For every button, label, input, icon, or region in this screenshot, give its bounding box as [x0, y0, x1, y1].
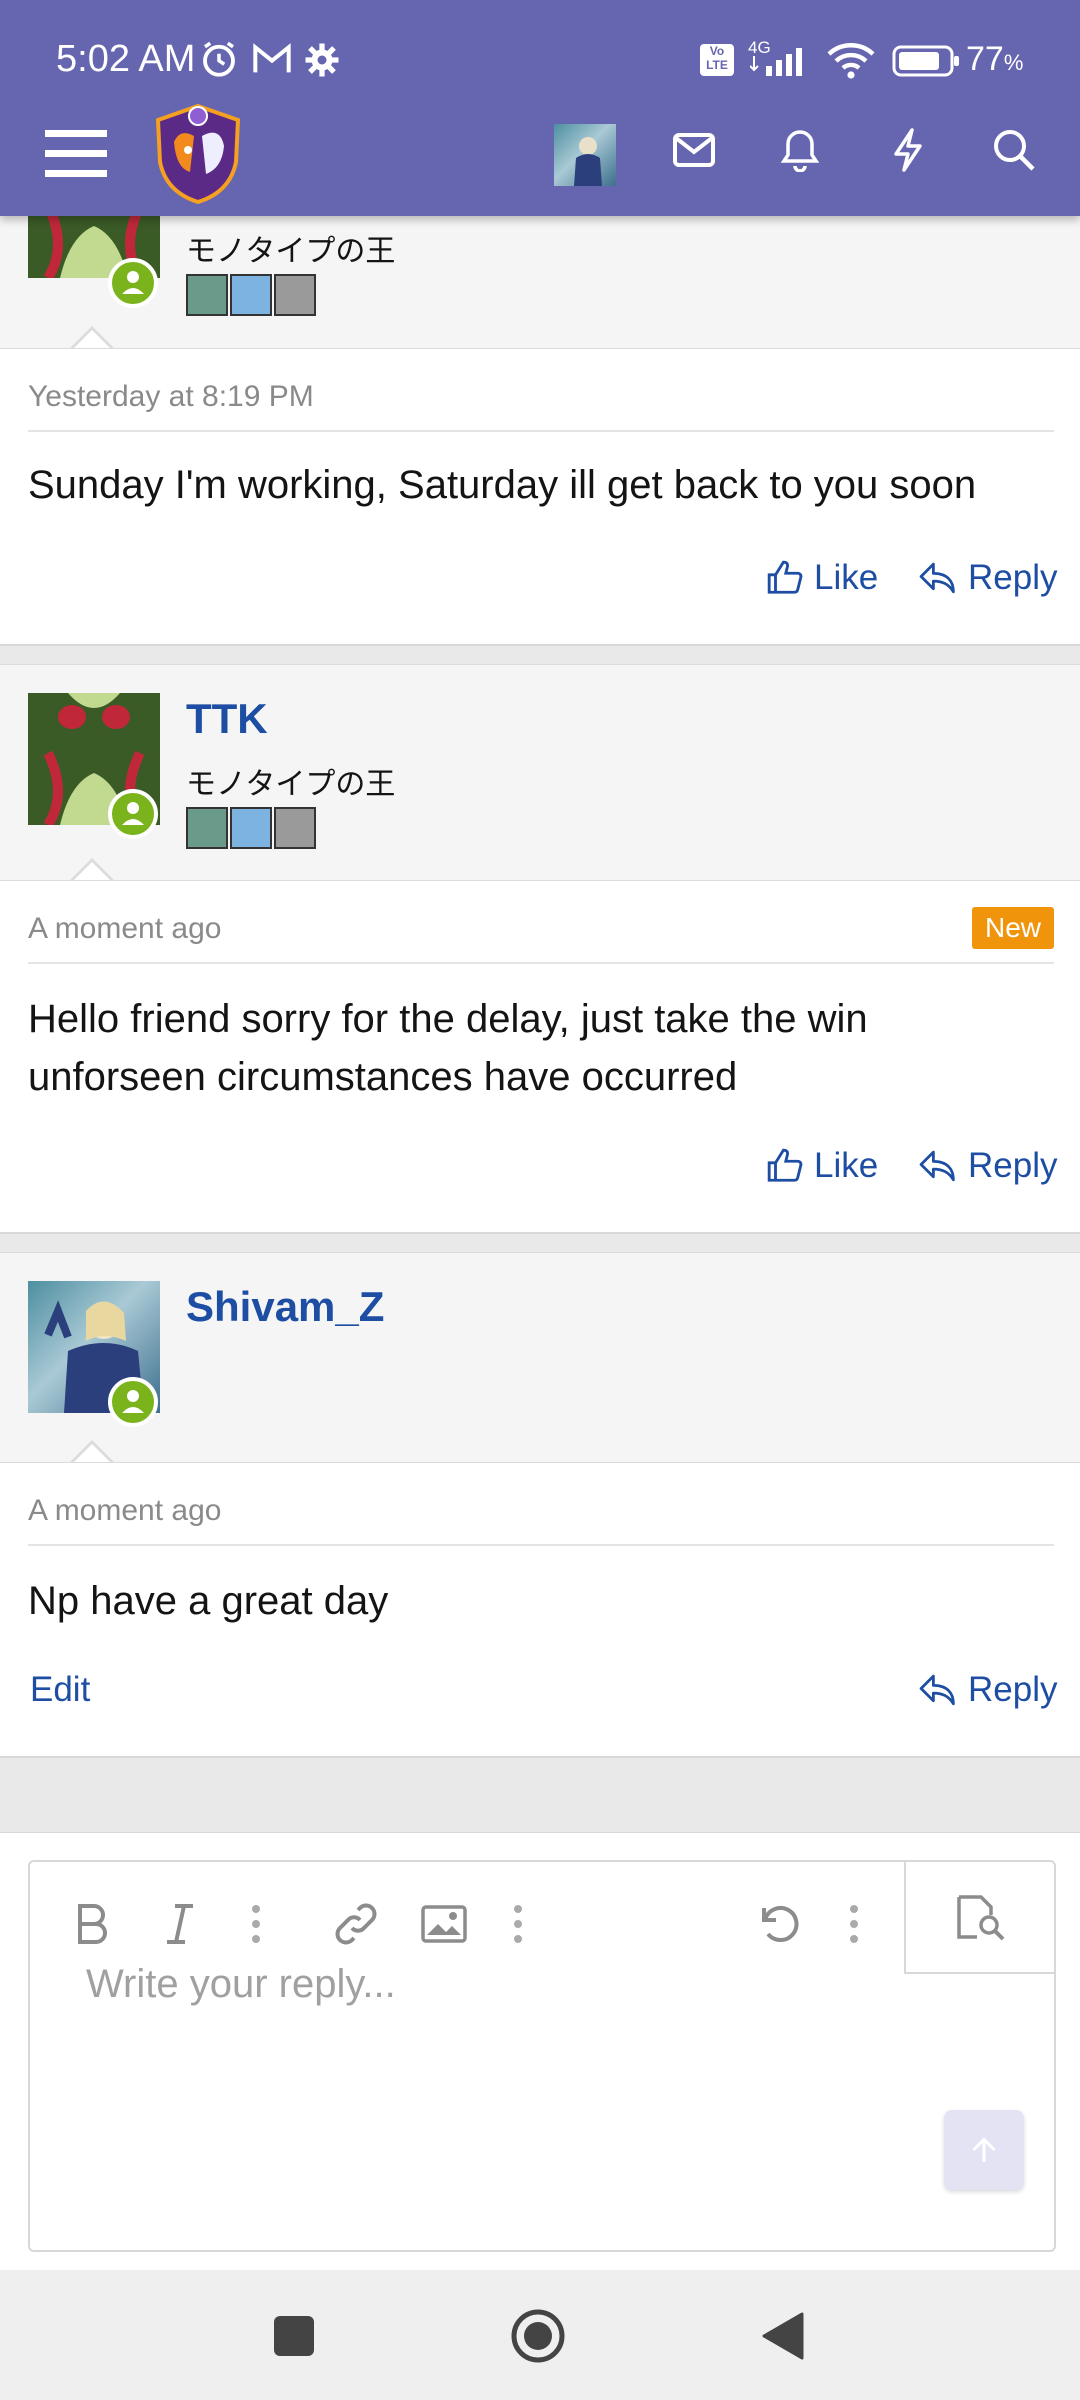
user-title: モノタイプの王: [186, 235, 396, 268]
reply-button[interactable]: Reply: [918, 558, 1057, 598]
scroll-to-top-button[interactable]: [944, 2110, 1024, 2190]
image-icon[interactable]: [412, 1892, 476, 1956]
link-icon[interactable]: [324, 1892, 388, 1956]
volte-icon: Vo LTE: [700, 44, 734, 76]
hamburger-menu-icon[interactable]: [44, 122, 108, 186]
home-circle-icon[interactable]: [510, 2308, 566, 2364]
battery-percent-value: 77: [966, 40, 1004, 78]
divider: [0, 348, 1080, 349]
steel-type-badge-icon: [274, 274, 316, 316]
post-message: Hello friend sorry for the delay, just t…: [28, 997, 868, 1099]
like-label: Like: [814, 558, 879, 597]
recents-square-icon[interactable]: [274, 2316, 314, 2356]
lightning-icon[interactable]: [876, 118, 940, 182]
like-label: Like: [814, 1146, 879, 1185]
user-title: モノタイプの王: [186, 768, 396, 801]
preview-icon[interactable]: [904, 1862, 1056, 1974]
italic-icon[interactable]: [148, 1892, 212, 1956]
mail-icon[interactable]: [662, 118, 726, 182]
battery-percent: 77%: [966, 40, 1023, 79]
bold-icon[interactable]: [60, 1892, 124, 1956]
reply-arrow-icon: [919, 562, 955, 594]
more-options-icon[interactable]: [834, 1892, 874, 1956]
post-separator: [0, 1756, 1080, 1833]
divider: [0, 1462, 1080, 1463]
post-pointer-fill: [72, 862, 112, 882]
user-badges: [186, 274, 316, 316]
reply-arrow-icon: [919, 1150, 955, 1182]
post-separator: [0, 644, 1080, 665]
water-type-badge-icon: [230, 274, 272, 316]
steel-type-badge-icon: [274, 807, 316, 849]
user-badges: [186, 807, 316, 849]
reply-label: Reply: [968, 1670, 1058, 1709]
post-username[interactable]: Shivam_Z: [186, 1283, 384, 1331]
post-user-block: TTK モノタイプの王: [0, 664, 1080, 881]
undo-icon[interactable]: [748, 1892, 812, 1956]
grass-type-badge-icon: [186, 274, 228, 316]
meta-divider: [28, 430, 1054, 432]
battery-icon: [892, 45, 959, 77]
divider: [0, 880, 1080, 881]
post-message: Np have a great day: [28, 1579, 389, 1623]
reply-input-placeholder[interactable]: Write your reply...: [86, 1962, 396, 2007]
grass-type-badge-icon: [186, 807, 228, 849]
post-timestamp[interactable]: Yesterday at 8:19 PM: [28, 380, 314, 414]
arrow-up-icon: [972, 2137, 996, 2162]
post-separator: [0, 1232, 1080, 1253]
signal-icon: [750, 48, 802, 76]
header-user-avatar[interactable]: [554, 124, 616, 186]
back-triangle-icon[interactable]: [760, 2312, 804, 2360]
online-status-indicator: [108, 258, 158, 308]
more-options-icon[interactable]: [236, 1892, 276, 1956]
wifi-icon: [827, 43, 875, 79]
alarm-icon: [203, 41, 235, 77]
settings-gear-icon: [305, 43, 339, 77]
post-user-block: モノタイプの王: [0, 146, 1080, 348]
new-badge: New: [972, 907, 1054, 949]
system-navigation-bar: [0, 2270, 1080, 2400]
post-timestamp[interactable]: A moment ago: [28, 912, 221, 946]
water-type-badge-icon: [230, 807, 272, 849]
post-pointer-fill: [72, 1444, 112, 1464]
reply-button[interactable]: Reply: [918, 1146, 1057, 1186]
online-status-indicator: [108, 1377, 158, 1427]
reply-button[interactable]: Reply: [918, 1670, 1057, 1710]
bell-icon[interactable]: [768, 118, 832, 182]
site-logo[interactable]: [150, 102, 246, 206]
reply-editor[interactable]: Write your reply...: [28, 1860, 1056, 2252]
app-header: 5:02 AM Vo LTE 4G 77%: [0, 0, 1080, 216]
search-icon[interactable]: [982, 118, 1046, 182]
post-username[interactable]: TTK: [186, 695, 268, 743]
thumbs-up-icon: [767, 1148, 803, 1182]
volte-label: Vo LTE: [706, 44, 728, 72]
post-timestamp[interactable]: A moment ago: [28, 1494, 221, 1528]
reply-arrow-icon: [919, 1674, 955, 1706]
post-message: Sunday I'm working, Saturday ill get bac…: [28, 463, 977, 507]
post-pointer-fill: [72, 330, 112, 350]
edit-label: Edit: [30, 1670, 91, 1709]
like-button[interactable]: Like: [766, 1146, 878, 1186]
meta-divider: [28, 1544, 1054, 1546]
gmail-icon: [253, 43, 291, 73]
reply-label: Reply: [968, 558, 1058, 597]
edit-button[interactable]: Edit: [30, 1670, 90, 1710]
thumbs-up-icon: [767, 560, 803, 594]
online-status-indicator: [108, 789, 158, 839]
reply-label: Reply: [968, 1146, 1058, 1185]
like-button[interactable]: Like: [766, 558, 878, 598]
battery-percent-unit: %: [1003, 50, 1024, 75]
meta-divider: [28, 962, 1054, 964]
status-time: 5:02 AM: [56, 38, 196, 80]
more-options-icon[interactable]: [498, 1892, 538, 1956]
post-user-block: Shivam_Z: [0, 1252, 1080, 1463]
